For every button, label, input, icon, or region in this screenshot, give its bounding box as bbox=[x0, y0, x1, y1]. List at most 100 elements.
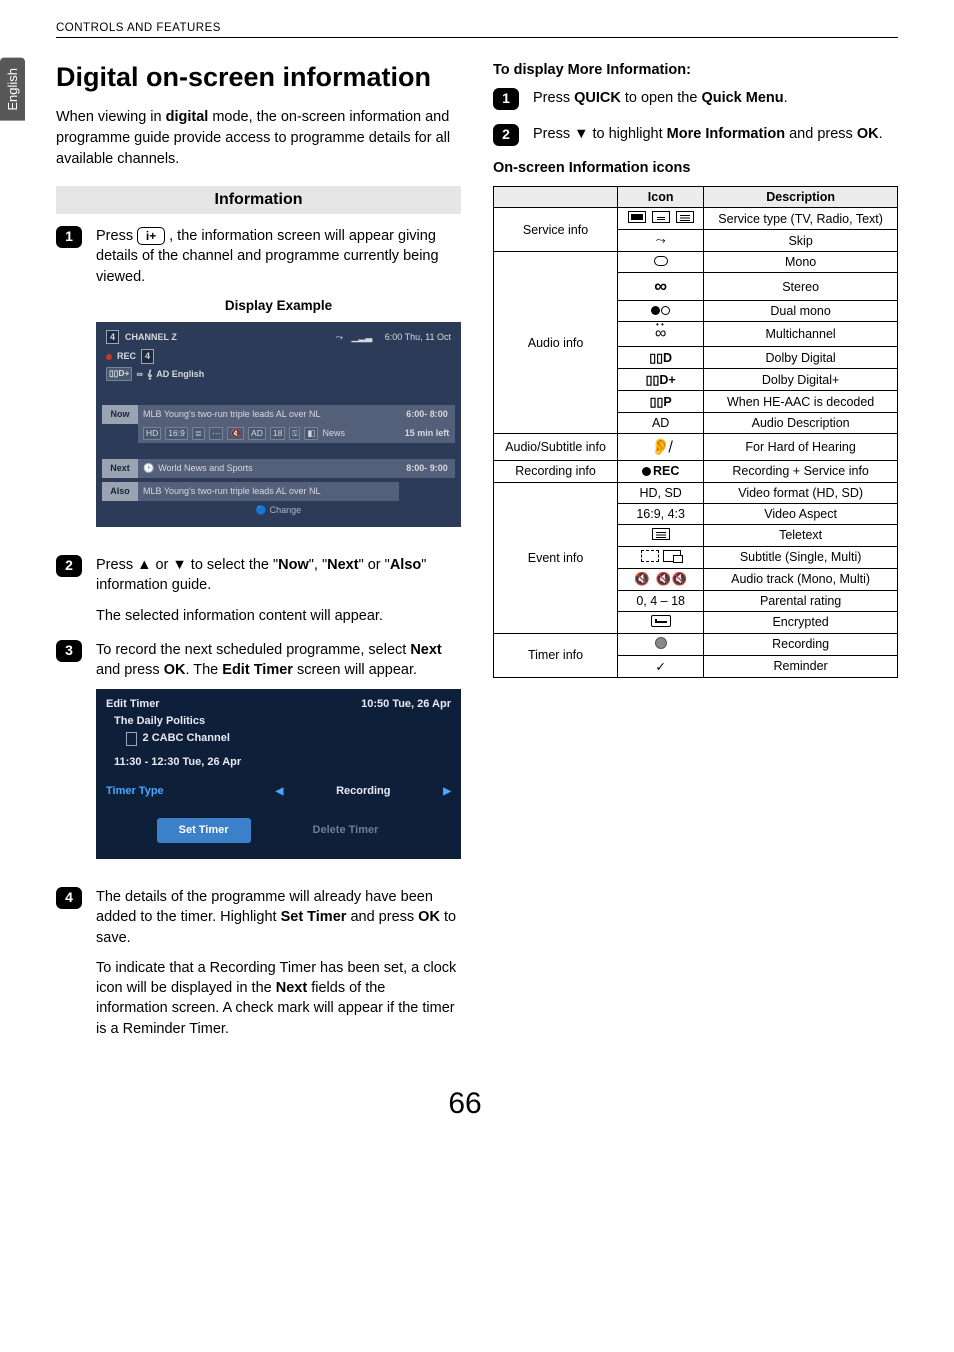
category-chip-icon: ◧ bbox=[304, 427, 318, 441]
right-step-2: 2 Press ▼ to highlight More Information … bbox=[493, 124, 898, 146]
dolby-digital-plus-icon: ▯▯D+ bbox=[646, 373, 676, 387]
icon-cell bbox=[618, 301, 704, 322]
edit-timer-screen: Edit Timer 10:50 Tue, 26 Apr The Daily P… bbox=[96, 689, 461, 859]
timer-type-row[interactable]: Timer Type ◀ Recording ▶ bbox=[96, 778, 461, 805]
timer-type-label: Timer Type bbox=[106, 784, 276, 799]
down-arrow-icon: ▼ bbox=[172, 557, 186, 573]
table-row: Timer infoRecording bbox=[494, 633, 898, 655]
ad-icon: AD bbox=[652, 416, 669, 430]
encrypted-chip-icon: ⍂ bbox=[289, 427, 300, 441]
hoh-icon: 𝄞 bbox=[147, 368, 152, 381]
left-arrow-icon[interactable]: ◀ bbox=[276, 785, 284, 799]
table-row: Service infoService type (TV, Radio, Tex… bbox=[494, 208, 898, 230]
edit-timer-title: Edit Timer bbox=[106, 697, 160, 712]
now-time: 6:00- 8:00 bbox=[399, 405, 455, 424]
rec-dot-icon bbox=[106, 354, 112, 360]
stereo-icon: ∞ bbox=[654, 276, 667, 296]
encrypted-icon bbox=[651, 615, 671, 627]
page-number: 66 bbox=[32, 1087, 898, 1121]
category-cell: Audio/Subtitle info bbox=[494, 434, 618, 461]
subtitle-icon bbox=[641, 550, 681, 562]
check-icon: ✓ bbox=[655, 660, 665, 674]
section-header: CONTROLS AND FEATURES bbox=[56, 22, 898, 38]
right-step-badge-1: 1 bbox=[493, 88, 519, 110]
table-row: Event infoHD, SDVideo format (HD, SD) bbox=[494, 482, 898, 503]
rec-label: REC bbox=[117, 350, 136, 363]
description-cell: Mono bbox=[704, 252, 898, 273]
description-cell: Multichannel bbox=[704, 322, 898, 347]
more-info-heading: To display More Information: bbox=[493, 62, 898, 78]
set-timer-button[interactable]: Set Timer bbox=[157, 818, 251, 843]
mono-icon bbox=[654, 256, 668, 266]
description-cell: Encrypted bbox=[704, 611, 898, 633]
description-cell: Dual mono bbox=[704, 301, 898, 322]
step-4: 4 The details of the programme will alre… bbox=[56, 887, 461, 1039]
teletext-chip-icon: ≣ bbox=[192, 427, 205, 441]
th-icon: Icon bbox=[618, 187, 704, 208]
next-time: 8:00- 9:00 bbox=[399, 459, 455, 478]
icon-cell: HD, SD bbox=[618, 482, 704, 503]
subtitle-chip-icon: ⋯ bbox=[209, 427, 224, 441]
clock-icon: 🕒 bbox=[143, 462, 154, 475]
icon-cell: ▯▯D+ bbox=[618, 369, 704, 391]
icons-heading: On-screen Information icons bbox=[493, 160, 898, 176]
description-cell: Dolby Digital bbox=[704, 347, 898, 369]
icon-cell bbox=[618, 252, 704, 273]
change-hint: 🔵 Change bbox=[102, 501, 455, 520]
recording-clock-icon bbox=[655, 637, 667, 649]
left-column: Digital on-screen information When viewi… bbox=[56, 62, 461, 1053]
icon-cell bbox=[618, 633, 704, 655]
th-description: Description bbox=[704, 187, 898, 208]
icon-cell bbox=[618, 524, 704, 546]
right-arrow-icon[interactable]: ▶ bbox=[443, 785, 451, 799]
icon-cell bbox=[618, 611, 704, 633]
ad-english-text: AD English bbox=[156, 368, 204, 381]
category-cell: Timer info bbox=[494, 633, 618, 677]
dolby-chip: ▯▯D+ bbox=[106, 367, 132, 381]
language-tab: English bbox=[0, 58, 25, 121]
step-badge-2: 2 bbox=[56, 555, 82, 577]
skip-icon: ⤳ bbox=[336, 332, 343, 342]
also-text: MLB Young's two-run triple leads AL over… bbox=[138, 482, 399, 501]
icons-table: Icon Description Service infoService typ… bbox=[493, 186, 898, 678]
edit-timer-clock: 10:50 Tue, 26 Apr bbox=[361, 697, 451, 712]
icon-cell: 🔇🔇🔇 bbox=[618, 568, 704, 590]
description-cell: Recording + Service info bbox=[704, 461, 898, 483]
intro-text: When viewing in digital mode, the on-scr… bbox=[56, 107, 461, 170]
subsection-information: Information bbox=[56, 186, 461, 214]
edit-timer-channel: 2 CABC Channel bbox=[143, 731, 230, 746]
step-1: 1 Press i+ , the information screen will… bbox=[56, 226, 461, 541]
edit-timer-programme: The Daily Politics bbox=[96, 714, 461, 731]
tv-display-example: 4 CHANNEL Z ⤳ ▁▂▃ 6:00 Thu, 11 Oct R bbox=[96, 322, 461, 527]
timer-type-value: Recording bbox=[283, 784, 443, 799]
description-cell: Teletext bbox=[704, 524, 898, 546]
step-3: 3 To record the next scheduled programme… bbox=[56, 640, 461, 873]
hard-of-hearing-icon: 👂̸ bbox=[651, 439, 671, 456]
rec-channel-box: 4 bbox=[141, 349, 154, 364]
aspect-text: 16:9, 4:3 bbox=[636, 507, 685, 521]
right-step-1: 1 Press QUICK to open the Quick Menu. bbox=[493, 88, 898, 110]
text-service-icon bbox=[676, 211, 694, 223]
dolby-digital-icon: ▯▯D bbox=[649, 351, 672, 365]
delete-timer-button[interactable]: Delete Timer bbox=[291, 818, 401, 843]
channel-name: CHANNEL Z bbox=[125, 331, 177, 344]
step-badge-1: 1 bbox=[56, 226, 82, 248]
description-cell: Audio track (Mono, Multi) bbox=[704, 568, 898, 590]
description-cell: Recording bbox=[704, 633, 898, 655]
tv-icon bbox=[628, 211, 646, 223]
icon-cell bbox=[618, 208, 704, 230]
icon-cell bbox=[618, 546, 704, 568]
description-cell: Skip bbox=[704, 230, 898, 252]
now-tag: Now bbox=[102, 405, 138, 424]
next-text: 🕒 World News and Sports bbox=[138, 459, 399, 478]
icon-cell: ▯▯D bbox=[618, 347, 704, 369]
description-cell: Subtitle (Single, Multi) bbox=[704, 546, 898, 568]
audio-track-icon: 🔇🔇🔇 bbox=[634, 572, 687, 587]
recording-icon: REC bbox=[642, 464, 679, 478]
now-text: MLB Young's two-run triple leads AL over… bbox=[138, 405, 399, 424]
description-cell: When HE-AAC is decoded bbox=[704, 391, 898, 413]
edit-timer-time: 11:30 - 12:30 Tue, 26 Apr bbox=[114, 755, 241, 770]
icon-cell: 0, 4 – 18 bbox=[618, 590, 704, 611]
th-blank bbox=[494, 187, 618, 208]
right-column: To display More Information: 1 Press QUI… bbox=[493, 62, 898, 1053]
